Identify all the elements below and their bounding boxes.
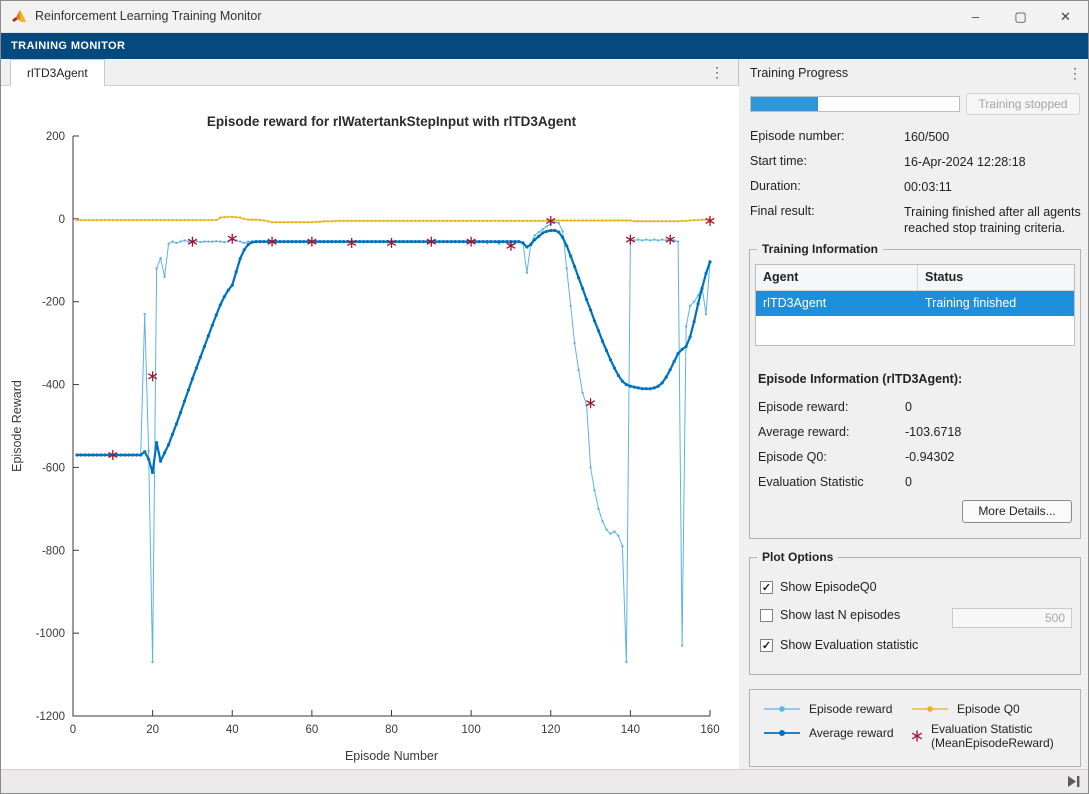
option-show-evaluation: ✓ Show Evaluation statistic — [760, 638, 918, 652]
main-area: rlTD3Agent ⋮ Episode reward for rlWatert… — [1, 59, 1088, 769]
app-window: Reinforcement Learning Training Monitor … — [0, 0, 1089, 794]
option-show-episodeq0: ✓ Show EpisodeQ0 — [760, 580, 877, 594]
legend-item-episode-q0: Episode Q0 — [910, 702, 1020, 716]
legend-item-evaluation-statistic: Evaluation Statistic (MeanEpisodeReward) — [910, 722, 1083, 750]
column-header-agent[interactable]: Agent — [756, 265, 918, 290]
svg-text:80: 80 — [385, 724, 398, 736]
legend-item-episode-reward: Episode reward — [762, 702, 892, 716]
progress-panel-menu-icon[interactable]: ⋮ — [1064, 59, 1086, 87]
chart-area: Episode reward for rlWatertankStepInput … — [1, 86, 739, 771]
tab-rltd3agent[interactable]: rlTD3Agent — [10, 59, 105, 86]
chart-panel: rlTD3Agent ⋮ Episode reward for rlWatert… — [1, 59, 739, 771]
training-information-group: Training Information Agent Status rlTD3A… — [749, 249, 1081, 539]
legend-label: Episode reward — [809, 702, 892, 716]
window-controls: – ▢ ✕ — [953, 1, 1088, 33]
show-last-n-checkbox[interactable] — [760, 609, 773, 622]
svg-text:120: 120 — [541, 724, 560, 736]
field-label: Final result: — [750, 204, 815, 218]
matlab-logo-icon — [11, 9, 27, 25]
status-cell: Training finished — [918, 291, 1023, 316]
svg-text:0: 0 — [59, 214, 65, 226]
field-value: -103.6718 — [905, 425, 961, 439]
chart-panel-menu-icon[interactable]: ⋮ — [706, 59, 728, 86]
titlebar: Reinforcement Learning Training Monitor … — [1, 1, 1088, 33]
training-progress-fill — [751, 97, 818, 111]
field-value: 00:03:11 — [904, 179, 1086, 195]
field-label: Episode number: — [750, 129, 845, 143]
training-stopped-button[interactable]: Training stopped — [966, 93, 1080, 115]
legend-label: Episode Q0 — [957, 702, 1020, 716]
more-details-button[interactable]: More Details... — [962, 500, 1072, 523]
svg-text:Episode Reward: Episode Reward — [10, 380, 24, 472]
show-episodeq0-checkbox[interactable]: ✓ — [760, 581, 773, 594]
legend-item-average-reward: Average reward — [762, 726, 894, 740]
plot-options-title: Plot Options — [757, 550, 838, 564]
svg-text:-400: -400 — [42, 380, 65, 392]
close-button[interactable]: ✕ — [1043, 1, 1088, 32]
field-label: Start time: — [750, 154, 807, 168]
average-reward-line-icon — [762, 727, 802, 739]
field-value: 160/500 — [904, 129, 1086, 145]
field-value: 16-Apr-2024 12:28:18 — [904, 154, 1086, 170]
field-value: Training finished after all agents reach… — [904, 204, 1086, 237]
panel-header: Training Progress ⋮ — [740, 59, 1089, 87]
panel-title: Training Progress — [750, 59, 848, 87]
field-label: Evaluation Statistic — [758, 475, 864, 489]
svg-text:-1200: -1200 — [36, 711, 65, 723]
field-label: Episode Q0: — [758, 450, 827, 464]
minimize-button[interactable]: – — [953, 1, 998, 32]
svg-text:-800: -800 — [42, 545, 65, 557]
maximize-button[interactable]: ▢ — [998, 1, 1043, 32]
svg-text:Episode reward for rlWatertank: Episode reward for rlWatertankStepInput … — [207, 114, 577, 129]
field-value: 0 — [905, 475, 912, 489]
option-label: Show last N episodes — [780, 608, 900, 622]
agent-table: Agent Status rlTD3Agent Training finishe… — [755, 264, 1075, 346]
chart-legend-group: Episode reward Average reward Episode Q0 — [749, 689, 1081, 767]
option-label: Show EpisodeQ0 — [780, 580, 877, 594]
legend-label: Evaluation Statistic (MeanEpisodeReward) — [931, 722, 1083, 750]
field-label: Episode reward: — [758, 400, 848, 414]
episode-reward-line-icon — [762, 703, 802, 715]
agent-table-row[interactable]: rlTD3Agent Training finished — [756, 291, 1074, 316]
field-value: 0 — [905, 400, 912, 414]
statusbar — [1, 769, 1088, 793]
legend-label: Average reward — [809, 726, 894, 740]
episode-q0-line-icon — [910, 703, 950, 715]
ribbon: TRAINING MONITOR — [1, 33, 1088, 59]
field-label: Average reward: — [758, 425, 850, 439]
field-label: Duration: — [750, 179, 801, 193]
show-evaluation-checkbox[interactable]: ✓ — [760, 639, 773, 652]
document-tabbar: rlTD3Agent ⋮ — [1, 59, 738, 86]
svg-text:60: 60 — [305, 724, 318, 736]
svg-text:40: 40 — [226, 724, 239, 736]
svg-text:20: 20 — [146, 724, 159, 736]
tab-training-monitor[interactable]: TRAINING MONITOR — [1, 33, 135, 59]
agent-cell: rlTD3Agent — [756, 291, 918, 316]
svg-text:140: 140 — [621, 724, 640, 736]
window-title: Reinforcement Learning Training Monitor — [35, 1, 262, 32]
evaluation-asterisk-icon — [910, 729, 924, 743]
column-header-status[interactable]: Status — [918, 265, 970, 290]
option-label: Show Evaluation statistic — [780, 638, 918, 652]
svg-text:-600: -600 — [42, 462, 65, 474]
svg-text:0: 0 — [70, 724, 76, 736]
svg-text:100: 100 — [462, 724, 481, 736]
option-show-last-n: Show last N episodes — [760, 608, 900, 622]
svg-text:-1000: -1000 — [36, 628, 65, 640]
training-information-title: Training Information — [757, 242, 883, 256]
skip-to-end-icon[interactable] — [1066, 775, 1082, 788]
episode-reward-chart: Episode reward for rlWatertankStepInput … — [1, 86, 739, 771]
field-value: -0.94302 — [905, 450, 954, 464]
last-n-episodes-input[interactable] — [952, 608, 1072, 628]
svg-text:Episode Number: Episode Number — [345, 749, 438, 763]
svg-text:-200: -200 — [42, 297, 65, 309]
svg-text:160: 160 — [700, 724, 719, 736]
training-progress-bar — [750, 96, 960, 112]
episode-information-title: Episode Information (rlTD3Agent): — [758, 372, 962, 386]
svg-text:200: 200 — [46, 131, 65, 143]
training-progress-panel: Training Progress ⋮ Training stopped Epi… — [740, 59, 1089, 771]
agent-table-header: Agent Status — [756, 265, 1074, 291]
plot-options-group: Plot Options ✓ Show EpisodeQ0 Show last … — [749, 557, 1081, 675]
